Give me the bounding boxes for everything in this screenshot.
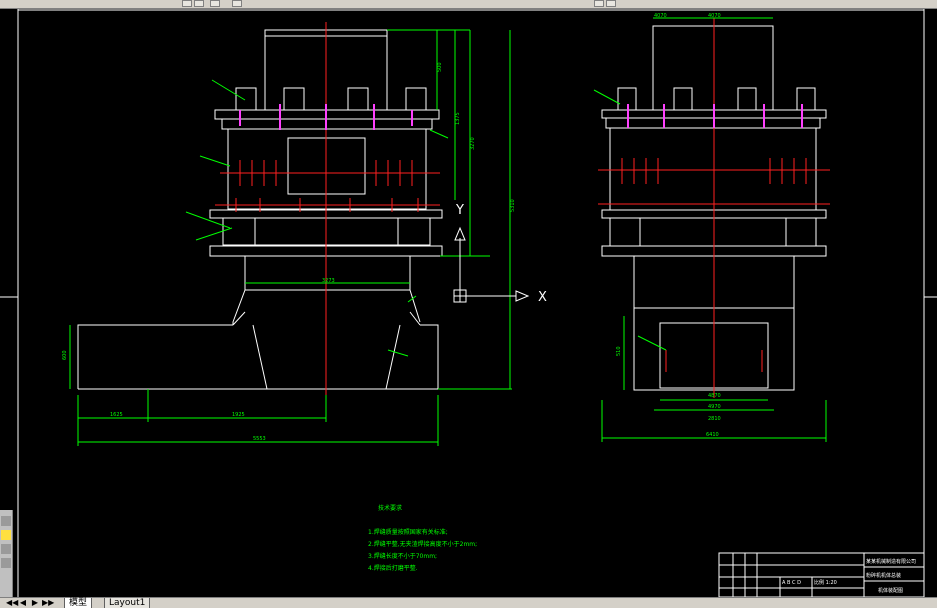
note-3: 3.焊缝长度不小于70mm;: [368, 552, 437, 560]
dim-side-top: 4070: [708, 13, 721, 19]
dim-front-bottom-a: 1625: [110, 412, 123, 418]
left-tool-icon-4[interactable]: [1, 558, 11, 568]
dim-side-left-h: 510: [616, 346, 622, 356]
dim-side-inner-c: 2810: [708, 416, 721, 422]
title-block-r1: 某某机械制造有限公司: [866, 558, 916, 565]
notes-title: 技术要求: [378, 504, 402, 512]
dim-side-total: 6410: [706, 432, 719, 438]
dim-front-bottom-total: 5553: [253, 436, 266, 442]
side-bolt-magenta: [627, 104, 803, 128]
toolbar-icon-1[interactable]: [182, 0, 192, 7]
top-toolbar-strip: [0, 0, 937, 9]
dim-front-mid: 3273: [322, 278, 335, 284]
side-dimensions: [593, 17, 827, 442]
title-block-r3: 比例 1:20: [814, 579, 837, 586]
toolbar-icon-4[interactable]: [232, 0, 242, 7]
ucs-y-label: Y: [455, 203, 464, 218]
left-tool-icon-1[interactable]: [1, 516, 11, 526]
title-block-text: 某某机械制造有限公司 粉碎机机体总装 机体装配图 比例 1:20 A B C D: [782, 558, 916, 594]
front-bolt-magenta: [239, 104, 413, 130]
title-block-r2: 粉碎机机体总装: [866, 572, 901, 579]
dim-front-bottom-b: 1925: [232, 412, 245, 418]
left-tool-strip: [0, 510, 13, 598]
title-block-r4: 机体装配图: [878, 587, 903, 594]
side-centerline: [598, 18, 830, 398]
side-dimension-text: 4070 4070 4870 4970 2810 6410 510: [616, 13, 721, 438]
front-dimensions: [69, 29, 512, 446]
dim-side-inner-a: 4870: [708, 393, 721, 399]
drawing-canvas[interactable]: 500 1375 3270 5310 1625 1925 5553 3273 6…: [0, 9, 937, 598]
toolbar-icon-2[interactable]: [194, 0, 204, 7]
dim-front-b: 1375: [455, 112, 461, 125]
note-4: 4.焊接后打磨平整.: [368, 564, 418, 572]
left-tool-icon-2[interactable]: [1, 530, 11, 540]
technical-notes: 技术要求 1.焊缝质量按照国家有关标准; 2.焊缝平整,无夹渣焊接高度不小于2m…: [368, 504, 477, 572]
dim-side-inner-b: 4970: [708, 404, 721, 410]
dim-front-a: 500: [437, 62, 443, 72]
front-bolts: [235, 160, 419, 212]
dim-front-d: 5310: [510, 199, 516, 212]
toolbar-icon-6[interactable]: [606, 0, 616, 7]
ucs-icon: [453, 226, 530, 303]
toolbar-icon-3[interactable]: [210, 0, 220, 7]
layout-tab-bar: ◀◀ ◀ ▶ ▶▶ 模型 Layout1: [0, 597, 937, 608]
left-tool-icon-3[interactable]: [1, 544, 11, 554]
note-1: 1.焊缝质量按照国家有关标准;: [368, 528, 448, 536]
note-2: 2.焊缝平整,无夹渣焊接高度不小于2mm;: [368, 540, 477, 548]
dim-front-c: 3270: [470, 137, 476, 150]
dim-front-top: 4070: [654, 13, 667, 19]
ucs-x-label: X: [538, 290, 547, 305]
drawing-frame: [0, 9, 937, 597]
dim-front-left-h: 600: [62, 350, 68, 360]
title-block-scale: A B C D: [782, 580, 801, 586]
toolbar-icon-5[interactable]: [594, 0, 604, 7]
